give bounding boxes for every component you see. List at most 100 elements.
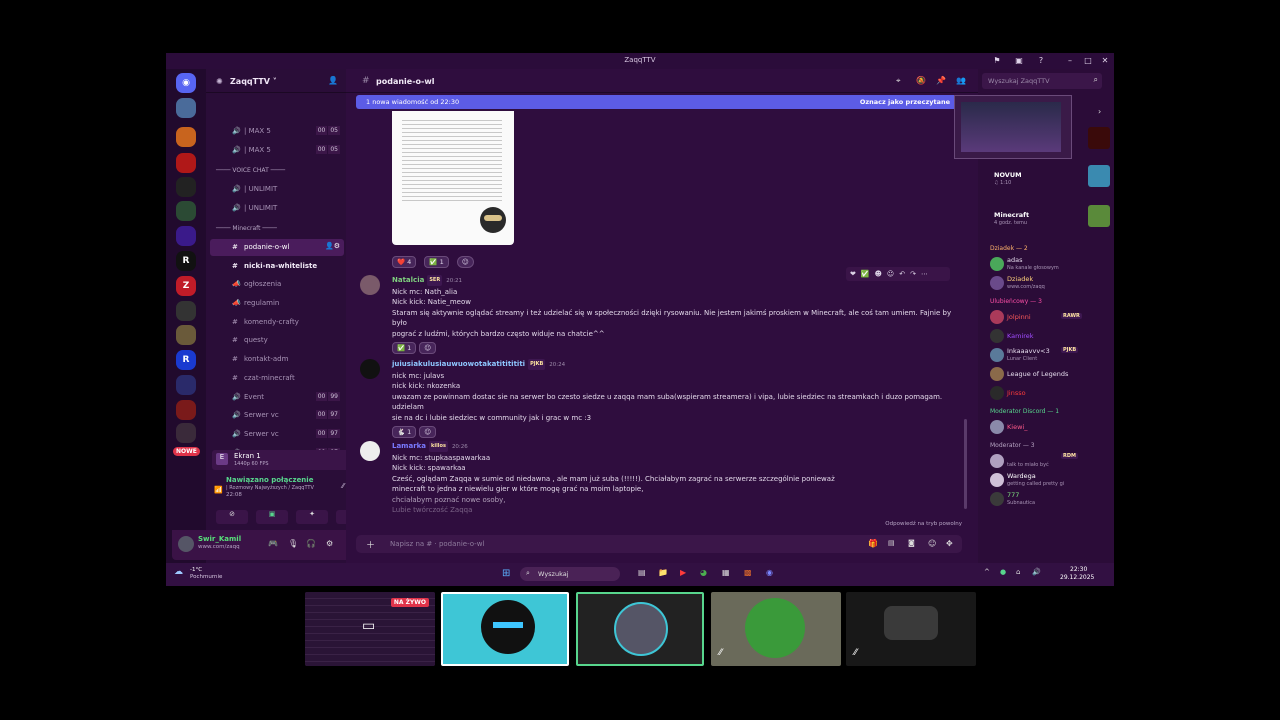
message-input[interactable]: Napisz na # · podanie-o-wl bbox=[390, 540, 484, 548]
member-item[interactable]: Kiewi_ bbox=[990, 419, 1114, 437]
reaction-heart[interactable]: ❤️ 4 bbox=[392, 256, 417, 268]
sticker-icon[interactable]: ◙ bbox=[908, 539, 915, 547]
mark-read-button[interactable]: Oznacz jako przeczytane bbox=[860, 98, 950, 106]
member-item[interactable]: League of Legends bbox=[990, 366, 1114, 384]
avatar[interactable] bbox=[990, 473, 1004, 487]
server-icon[interactable] bbox=[176, 325, 196, 345]
channel-item[interactable]: 🔊Serwer vc 0097 bbox=[210, 426, 344, 443]
weather-icon[interactable]: ☁ bbox=[174, 567, 183, 577]
task-view-icon[interactable]: ▤ bbox=[638, 568, 646, 577]
server-icon[interactable]: R bbox=[176, 350, 196, 370]
add-reaction-button[interactable]: ☺ bbox=[456, 256, 474, 268]
reaction[interactable]: 🐇 1 bbox=[392, 426, 417, 438]
member-item[interactable]: Jolpinni RAWR bbox=[990, 309, 1114, 327]
server-icon[interactable] bbox=[176, 201, 196, 221]
guild-tag[interactable]: RDM bbox=[1061, 453, 1078, 459]
stream-preview-thumbnail[interactable] bbox=[954, 95, 1072, 159]
channel-item[interactable]: # podanie-o-wl 👤⚙ bbox=[210, 239, 344, 256]
voice-status[interactable]: Nawiązano połączenie bbox=[226, 476, 313, 484]
taskbar-search[interactable]: ⌕ Wyszukaj bbox=[520, 567, 620, 581]
channel-item[interactable]: 🔊 | UNLIMIT bbox=[210, 200, 344, 217]
clock-date[interactable]: 29.12.2025 bbox=[1060, 574, 1094, 581]
activities-button[interactable]: ✦ bbox=[296, 510, 328, 524]
stream-tile-screen[interactable]: ▭ NA ŻYWO bbox=[305, 592, 435, 666]
settings-gear-icon[interactable]: ⚙ bbox=[326, 539, 333, 548]
app-icon[interactable]: ▩ bbox=[744, 568, 752, 577]
youtube-icon[interactable]: ▶ bbox=[680, 568, 686, 577]
reaction-check[interactable]: ✅ 1 bbox=[424, 256, 449, 268]
guild-tag[interactable]: PJKB bbox=[1061, 347, 1079, 353]
avatar[interactable] bbox=[178, 536, 194, 552]
category-header[interactable]: ──── VOICE CHAT ──── bbox=[216, 167, 285, 174]
volume-icon[interactable]: 🔊 bbox=[1032, 568, 1041, 576]
member-item[interactable]: Jinsso bbox=[990, 385, 1114, 403]
chevron-right-icon[interactable]: › bbox=[1098, 107, 1101, 116]
channel-item[interactable]: # komendy-crafty bbox=[210, 314, 344, 331]
clock-time[interactable]: 22:30 bbox=[1070, 566, 1087, 573]
pin-icon[interactable]: 📌 bbox=[936, 76, 946, 85]
channel-item[interactable]: # questy bbox=[210, 332, 344, 349]
username[interactable]: Swir_Kamil bbox=[198, 535, 241, 543]
new-badge[interactable]: NOWE bbox=[173, 447, 200, 456]
notifications-icon[interactable]: 🔕 bbox=[916, 76, 926, 85]
avatar[interactable] bbox=[990, 492, 1004, 506]
channel-item[interactable]: 🔊 | MAX 5 00 05 bbox=[210, 142, 344, 159]
signal-icon[interactable]: 📶 bbox=[214, 486, 223, 494]
avatar[interactable] bbox=[990, 454, 1004, 468]
microphone-icon[interactable]: 🎙 bbox=[288, 539, 298, 548]
guild-tag[interactable]: PJKB bbox=[528, 359, 546, 370]
emoji-icon[interactable]: ☺ bbox=[928, 539, 936, 548]
channel-item[interactable]: 🔊 Event 00 99 bbox=[210, 389, 344, 406]
gif-icon[interactable]: ▤ bbox=[888, 539, 895, 547]
participant-tile[interactable] bbox=[441, 592, 569, 666]
activity-card[interactable]: NOVUM ♫ 1:10 bbox=[990, 163, 1114, 187]
member-item[interactable]: 777 Subnautica bbox=[990, 491, 1114, 509]
members-icon[interactable]: 👥 bbox=[956, 76, 966, 85]
search-input[interactable]: Wyszukaj ZaqqTTV bbox=[988, 77, 1050, 85]
search-box[interactable]: Wyszukaj ZaqqTTV ⌕ bbox=[982, 73, 1102, 89]
participant-tile[interactable]: ⁄⁄ bbox=[846, 592, 976, 666]
author-name[interactable]: Natalcia bbox=[392, 276, 424, 284]
channel-item[interactable]: 📣 regulamin bbox=[210, 295, 344, 312]
gamepad-icon[interactable]: 🎮 bbox=[268, 539, 278, 548]
activity-card[interactable]: Minecraft 4 godz. temu bbox=[990, 201, 1114, 227]
discord-home-icon[interactable]: ◉ bbox=[176, 73, 196, 93]
chat-scrollbar[interactable] bbox=[964, 419, 967, 509]
server-icon[interactable]: Z bbox=[176, 276, 196, 296]
tray-chevron-icon[interactable]: ^ bbox=[984, 568, 990, 576]
help-icon[interactable]: ? bbox=[1036, 56, 1046, 66]
channel-item[interactable]: # czat-minecraft bbox=[210, 370, 344, 387]
minimize-icon[interactable]: – bbox=[1065, 56, 1075, 66]
guild-header[interactable]: ✺ ZaqqTTV ˅ 👤 bbox=[206, 69, 346, 93]
network-icon[interactable]: ⌂ bbox=[1016, 568, 1020, 576]
channel-item[interactable]: # nicki-na-whiteliste bbox=[210, 258, 344, 275]
close-icon[interactable]: ✕ bbox=[1100, 56, 1110, 66]
maximize-icon[interactable]: □ bbox=[1083, 56, 1093, 66]
server-icon[interactable] bbox=[176, 226, 196, 246]
avatar[interactable] bbox=[990, 367, 1004, 381]
add-reaction-button[interactable]: ☺ bbox=[419, 342, 437, 354]
camera-off-button[interactable]: ⊘ bbox=[216, 510, 248, 524]
member-item[interactable]: adas Na kanale głosowym bbox=[990, 256, 1114, 274]
avatar[interactable] bbox=[360, 359, 380, 379]
guild-tag[interactable]: killos bbox=[429, 441, 448, 452]
avatar[interactable] bbox=[990, 420, 1004, 434]
screen-share-button[interactable]: ▣ bbox=[256, 510, 288, 524]
avatar[interactable] bbox=[990, 386, 1004, 400]
participant-tile[interactable] bbox=[576, 592, 704, 666]
avatar[interactable] bbox=[360, 275, 380, 295]
app-icon[interactable]: ▦ bbox=[722, 568, 730, 577]
channel-settings-icon[interactable]: 👤⚙ bbox=[325, 242, 340, 250]
file-explorer-icon[interactable]: 📁 bbox=[658, 568, 668, 577]
server-icon[interactable] bbox=[176, 423, 196, 443]
taskbar-search-input[interactable]: Wyszukaj bbox=[538, 570, 569, 578]
server-icon[interactable] bbox=[176, 375, 196, 395]
avatar[interactable] bbox=[990, 276, 1004, 290]
reaction[interactable]: ✅ 1 bbox=[392, 342, 417, 354]
chrome-icon[interactable]: ◕ bbox=[700, 568, 707, 577]
author-name[interactable]: juiusiakulusiauwuowotakatititititi bbox=[392, 360, 525, 368]
channel-item[interactable]: 📣 ogłoszenia bbox=[210, 276, 344, 293]
server-icon[interactable] bbox=[176, 153, 196, 173]
channel-item[interactable]: # kontakt-adm bbox=[210, 351, 344, 368]
participant-tile[interactable]: ⁄⁄ bbox=[711, 592, 841, 666]
